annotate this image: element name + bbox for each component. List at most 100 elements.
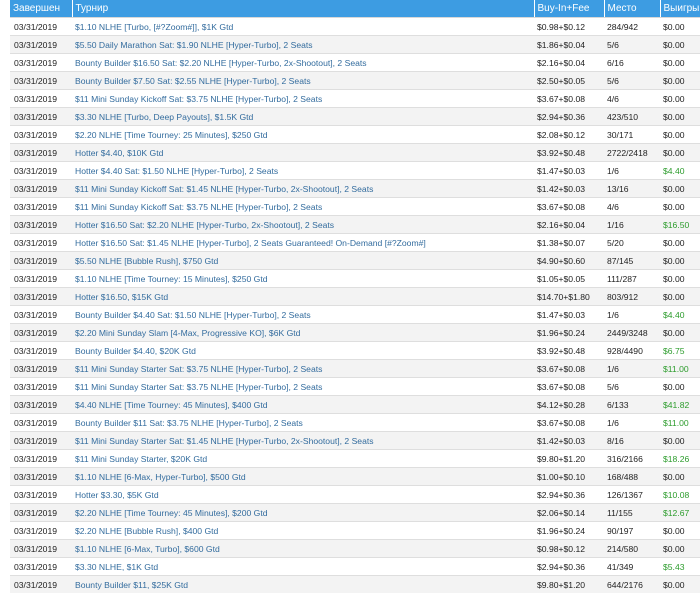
table-row[interactable]: 03/31/2019 Hotter $16.50 Sat: $1.45 NLHE …	[10, 233, 700, 252]
place-cell: 90/197	[604, 521, 660, 540]
tournament-link[interactable]: $3.30 NLHE [Turbo, Deep Payouts], $1.5K …	[72, 107, 534, 126]
winnings-cell: $0.00	[660, 125, 700, 144]
tournament-link[interactable]: Bounty Builder $7.50 Sat: $2.55 NLHE [Hy…	[72, 71, 534, 90]
tournament-link[interactable]: $11 Mini Sunday Kickoff Sat: $3.75 NLHE …	[72, 197, 534, 216]
place-cell: 4/6	[604, 197, 660, 216]
date-cell: 03/31/2019	[10, 341, 72, 360]
tournament-link[interactable]: $11 Mini Sunday Starter Sat: $1.45 NLHE …	[72, 431, 534, 450]
tournament-link[interactable]: $1.10 NLHE [6-Max, Turbo], $600 Gtd	[72, 539, 534, 558]
table-row[interactable]: 03/31/2019 Hotter $16.50 Sat: $2.20 NLHE …	[10, 215, 700, 234]
date-cell: 03/31/2019	[10, 71, 72, 90]
winnings-cell: $11.00	[660, 413, 700, 432]
date-cell: 03/31/2019	[10, 17, 72, 36]
date-cell: 03/31/2019	[10, 287, 72, 306]
table-row[interactable]: 03/31/2019 $11 Mini Sunday Starter Sat: $…	[10, 359, 700, 378]
table-row[interactable]: 03/31/2019 Hotter $16.50, $15K Gtd $14.70+…	[10, 287, 700, 306]
tournament-link[interactable]: Hotter $16.50, $15K Gtd	[72, 287, 534, 306]
date-cell: 03/31/2019	[10, 359, 72, 378]
table-row[interactable]: 03/31/2019 $1.10 NLHE [6-Max, Turbo], $60…	[10, 539, 700, 558]
table-row[interactable]: 03/31/2019 $11 Mini Sunday Starter, $20K …	[10, 449, 700, 468]
table-row[interactable]: 03/31/2019 $2.20 NLHE [Time Tourney: 25 M…	[10, 125, 700, 144]
place-cell: 8/16	[604, 431, 660, 450]
table-row[interactable]: 03/31/2019 $11 Mini Sunday Kickoff Sat: $…	[10, 197, 700, 216]
buyin-cell: $9.80+$1.20	[534, 449, 604, 468]
tournament-link[interactable]: Hotter $16.50 Sat: $1.45 NLHE [Hyper-Tur…	[72, 233, 534, 252]
column-header-place[interactable]: Место	[604, 0, 661, 18]
table-row[interactable]: 03/31/2019 $2.20 NLHE [Time Tourney: 45 M…	[10, 503, 700, 522]
winnings-cell: $0.00	[660, 53, 700, 72]
tournament-link[interactable]: $1.10 NLHE [Turbo, [#?Zoom#]], $1K Gtd	[72, 17, 534, 36]
table-row[interactable]: 03/31/2019 $1.10 NLHE [Time Tourney: 15 M…	[10, 269, 700, 288]
winnings-cell: $0.00	[660, 197, 700, 216]
column-header-tournament[interactable]: Турнир	[72, 0, 535, 18]
table-row[interactable]: 03/31/2019 Hotter $3.30, $5K Gtd $2.94+$0.…	[10, 485, 700, 504]
tournament-link[interactable]: $1.10 NLHE [Time Tourney: 15 Minutes], $…	[72, 269, 534, 288]
tournament-link[interactable]: $5.50 NLHE [Bubble Rush], $750 Gtd	[72, 251, 534, 270]
table-row[interactable]: 03/31/2019 $5.50 Daily Marathon Sat: $1.9…	[10, 35, 700, 54]
table-row[interactable]: 03/31/2019 $3.30 NLHE [Turbo, Deep Payout…	[10, 107, 700, 126]
table-row[interactable]: 03/31/2019 $11 Mini Sunday Kickoff Sat: $…	[10, 89, 700, 108]
buyin-cell: $1.86+$0.04	[534, 35, 604, 54]
winnings-cell: $6.75	[660, 341, 700, 360]
tournament-link[interactable]: Bounty Builder $11, $25K Gtd	[72, 575, 534, 593]
tournament-link[interactable]: $11 Mini Sunday Kickoff Sat: $3.75 NLHE …	[72, 89, 534, 108]
tournament-link[interactable]: $11 Mini Sunday Kickoff Sat: $1.45 NLHE …	[72, 179, 534, 198]
table-row[interactable]: 03/31/2019 $11 Mini Sunday Starter Sat: $…	[10, 377, 700, 396]
tournament-link[interactable]: $5.50 Daily Marathon Sat: $1.90 NLHE [Hy…	[72, 35, 534, 54]
table-row[interactable]: 03/31/2019 $11 Mini Sunday Starter Sat: $…	[10, 431, 700, 450]
tournament-link[interactable]: Bounty Builder $16.50 Sat: $2.20 NLHE [H…	[72, 53, 534, 72]
winnings-cell: $0.00	[660, 17, 700, 36]
place-cell: 423/510	[604, 107, 660, 126]
tournament-link[interactable]: $11 Mini Sunday Starter Sat: $3.75 NLHE …	[72, 377, 534, 396]
table-row[interactable]: 03/31/2019 $3.30 NLHE, $1K Gtd $2.94+$0.36…	[10, 557, 700, 576]
table-row[interactable]: 03/31/2019 Bounty Builder $16.50 Sat: $2.…	[10, 53, 700, 72]
winnings-cell: $0.00	[660, 89, 700, 108]
tournament-link[interactable]: $2.20 NLHE [Bubble Rush], $400 Gtd	[72, 521, 534, 540]
table-row[interactable]: 03/31/2019 Bounty Builder $11 Sat: $3.75 …	[10, 413, 700, 432]
place-cell: 5/6	[604, 35, 660, 54]
place-cell: 87/145	[604, 251, 660, 270]
table-row[interactable]: 03/31/2019 $1.10 NLHE [Turbo, [#?Zoom#]],…	[10, 17, 700, 36]
tournament-link[interactable]: $3.30 NLHE, $1K Gtd	[72, 557, 534, 576]
tournament-link[interactable]: $2.20 NLHE [Time Tourney: 45 Minutes], $…	[72, 503, 534, 522]
column-header-winnings[interactable]: Выигрыш	[660, 0, 700, 18]
table-row[interactable]: 03/31/2019 $4.40 NLHE [Time Tourney: 45 M…	[10, 395, 700, 414]
table-row[interactable]: 03/31/2019 $1.10 NLHE [6-Max, Hyper-Turbo…	[10, 467, 700, 486]
buyin-cell: $4.90+$0.60	[534, 251, 604, 270]
table-row[interactable]: 03/31/2019 $5.50 NLHE [Bubble Rush], $750…	[10, 251, 700, 270]
tournament-link[interactable]: $11 Mini Sunday Starter Sat: $3.75 NLHE …	[72, 359, 534, 378]
tournament-link[interactable]: $1.10 NLHE [6-Max, Hyper-Turbo], $500 Gt…	[72, 467, 534, 486]
place-cell: 13/16	[604, 179, 660, 198]
table-row[interactable]: 03/31/2019 Bounty Builder $7.50 Sat: $2.5…	[10, 71, 700, 90]
tournament-link[interactable]: $2.20 NLHE [Time Tourney: 25 Minutes], $…	[72, 125, 534, 144]
tournament-link[interactable]: Bounty Builder $4.40, $20K Gtd	[72, 341, 534, 360]
table-row[interactable]: 03/31/2019 $11 Mini Sunday Kickoff Sat: $…	[10, 179, 700, 198]
table-row[interactable]: 03/31/2019 Hotter $4.40 Sat: $1.50 NLHE […	[10, 161, 700, 180]
tournament-link[interactable]: Hotter $3.30, $5K Gtd	[72, 485, 534, 504]
winnings-cell: $10.08	[660, 485, 700, 504]
date-cell: 03/31/2019	[10, 485, 72, 504]
table-row[interactable]: 03/31/2019 Bounty Builder $11, $25K Gtd $9…	[10, 575, 700, 593]
tournament-link[interactable]: Hotter $4.40 Sat: $1.50 NLHE [Hyper-Turb…	[72, 161, 534, 180]
place-cell: 214/580	[604, 539, 660, 558]
tournament-link[interactable]: Hotter $16.50 Sat: $2.20 NLHE [Hyper-Tur…	[72, 215, 534, 234]
tournament-link[interactable]: Hotter $4.40, $10K Gtd	[72, 143, 534, 162]
tournament-link[interactable]: Bounty Builder $4.40 Sat: $1.50 NLHE [Hy…	[72, 305, 534, 324]
date-cell: 03/31/2019	[10, 377, 72, 396]
winnings-cell: $0.00	[660, 323, 700, 342]
winnings-cell: $4.40	[660, 305, 700, 324]
tournament-link[interactable]: $2.20 Mini Sunday Slam [4-Max, Progressi…	[72, 323, 534, 342]
place-cell: 6/16	[604, 53, 660, 72]
tournament-link[interactable]: $4.40 NLHE [Time Tourney: 45 Minutes], $…	[72, 395, 534, 414]
table-row[interactable]: 03/31/2019 Hotter $4.40, $10K Gtd $3.92+$0…	[10, 143, 700, 162]
date-cell: 03/31/2019	[10, 467, 72, 486]
tournament-link[interactable]: Bounty Builder $11 Sat: $3.75 NLHE [Hype…	[72, 413, 534, 432]
table-row[interactable]: 03/31/2019 $2.20 Mini Sunday Slam [4-Max,…	[10, 323, 700, 342]
table-row[interactable]: 03/31/2019 Bounty Builder $4.40, $20K Gtd…	[10, 341, 700, 360]
column-header-date[interactable]: Завершен	[10, 0, 73, 18]
table-row[interactable]: 03/31/2019 $2.20 NLHE [Bubble Rush], $400…	[10, 521, 700, 540]
table-row[interactable]: 03/31/2019 Bounty Builder $4.40 Sat: $1.5…	[10, 305, 700, 324]
tournament-link[interactable]: $11 Mini Sunday Starter, $20K Gtd	[72, 449, 534, 468]
column-header-buyin[interactable]: Buy-In+Fee	[534, 0, 605, 18]
buyin-cell: $1.47+$0.03	[534, 305, 604, 324]
